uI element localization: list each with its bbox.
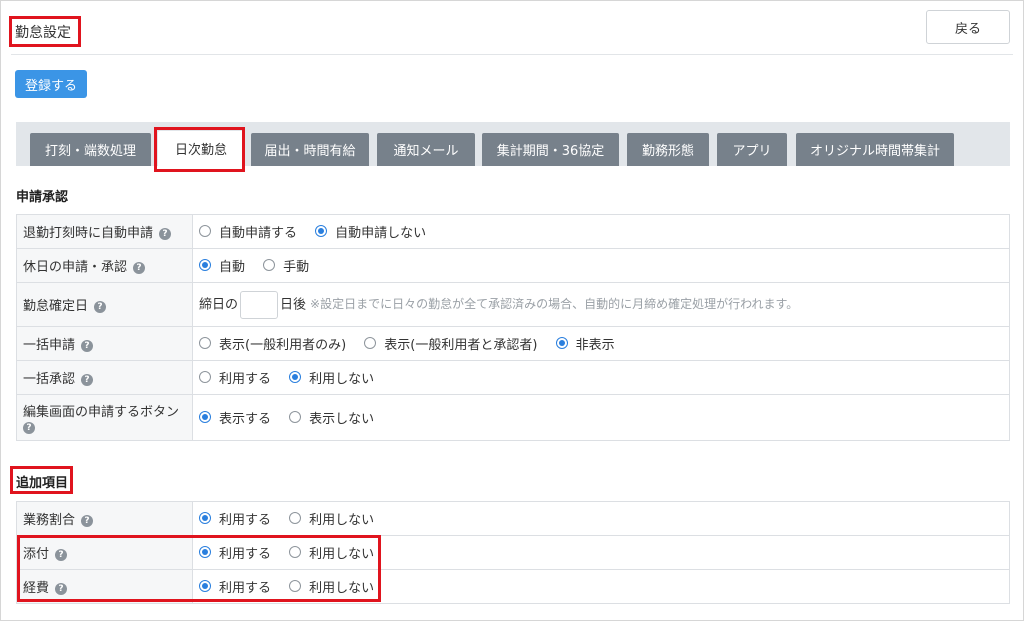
setting-row-expense: 経費? 利用する 利用しない: [16, 569, 1010, 604]
tab-bar: 打刻・端数処理 日次勤怠 届出・時間有給 通知メール 集計期間・36協定 勤務形…: [16, 122, 1010, 166]
help-icon[interactable]: ?: [81, 515, 94, 527]
radio-option[interactable]: 利用しない: [289, 577, 374, 596]
radio-icon: [199, 337, 211, 350]
radio-option[interactable]: 利用する: [199, 543, 271, 562]
radio-option[interactable]: 表示する: [199, 408, 271, 427]
setting-label: 勤怠確定日?: [16, 282, 193, 327]
radio-icon: [289, 512, 302, 525]
setting-label: 退勤打刻時に自動申請?: [16, 214, 193, 249]
radio-option[interactable]: 自動申請しない: [315, 222, 426, 241]
setting-row-bulk-apply: 一括申請? 表示(一般利用者のみ) 表示(一般利用者と承認者) 非表示: [16, 326, 1010, 361]
setting-row-bulk-approve: 一括承認? 利用する 利用しない: [16, 360, 1010, 395]
radio-checked-icon: [199, 512, 211, 525]
radio-checked-icon: [199, 411, 211, 424]
help-icon[interactable]: ?: [94, 301, 107, 313]
setting-label: 一括申請?: [16, 326, 193, 361]
confirm-day-input[interactable]: [240, 290, 279, 319]
radio-icon: [199, 371, 211, 384]
radio-option[interactable]: 表示(一般利用者のみ): [199, 334, 346, 353]
title-divider: [11, 54, 1013, 55]
confirm-day-note: ※設定日までに日々の勤怠が全て承認済みの場合、自動的に月締め確定処理が行われます…: [310, 297, 799, 311]
radio-option[interactable]: 利用しない: [289, 509, 374, 528]
tab-work-style[interactable]: 勤務形態: [627, 133, 709, 166]
page-title: 勤怠設定: [15, 25, 71, 41]
radio-option[interactable]: 利用する: [199, 577, 271, 596]
radio-icon: [364, 337, 377, 350]
radio-option[interactable]: 利用しない: [289, 543, 374, 562]
radio-icon: [289, 580, 302, 593]
tab-notification-paid-leave[interactable]: 届出・時間有給: [251, 133, 369, 166]
radio-option[interactable]: 利用する: [199, 368, 271, 387]
radio-checked-icon: [199, 259, 211, 272]
tab-original-time-aggregation[interactable]: オリジナル時間帯集計: [796, 133, 954, 166]
setting-label: 編集画面の申請するボタン?: [16, 394, 193, 441]
radio-checked-icon: [199, 580, 211, 593]
radio-option[interactable]: 利用する: [199, 509, 271, 528]
tab-app[interactable]: アプリ: [717, 133, 787, 166]
tab-daily-attendance[interactable]: 日次勤怠: [158, 131, 244, 166]
setting-row-holiday-approval: 休日の申請・承認? 自動 手動: [16, 248, 1010, 283]
help-icon[interactable]: ?: [23, 421, 35, 434]
tab-aggregation-36[interactable]: 集計期間・36協定: [482, 133, 619, 166]
setting-row-confirm-day: 勤怠確定日? 締日の 日後 ※設定日までに日々の勤怠が全て承認済みの場合、自動的に月…: [16, 282, 1010, 327]
setting-row-auto-apply: 退勤打刻時に自動申請? 自動申請する 自動申請しない: [16, 214, 1010, 249]
help-icon[interactable]: ?: [55, 549, 68, 561]
radio-option[interactable]: 表示(一般利用者と承認者): [364, 334, 537, 353]
help-icon[interactable]: ?: [159, 228, 172, 240]
radio-option[interactable]: 自動: [199, 256, 245, 275]
radio-icon: [263, 259, 276, 272]
help-icon[interactable]: ?: [81, 340, 94, 352]
radio-option[interactable]: 自動申請する: [199, 222, 297, 241]
settings-window: 勤怠設定 戻る 登録する 打刻・端数処理 日次勤怠 届出・時間有給 通知メール …: [0, 0, 1024, 621]
setting-label: 一括承認?: [16, 360, 193, 395]
radio-checked-icon: [555, 337, 568, 350]
radio-option[interactable]: 非表示: [555, 334, 615, 353]
radio-checked-icon: [199, 546, 211, 559]
tab-notification-mail[interactable]: 通知メール: [377, 133, 475, 166]
help-icon[interactable]: ?: [133, 262, 146, 274]
radio-option[interactable]: 利用しない: [289, 368, 374, 387]
radio-option[interactable]: 手動: [263, 256, 309, 275]
help-icon[interactable]: ?: [55, 583, 68, 595]
radio-option[interactable]: 表示しない: [289, 408, 374, 427]
setting-row-work-ratio: 業務割合? 利用する 利用しない: [16, 501, 1010, 536]
setting-row-attachment: 添付? 利用する 利用しない: [16, 535, 1010, 570]
radio-checked-icon: [315, 225, 328, 238]
radio-icon: [199, 225, 211, 238]
back-button[interactable]: 戻る: [926, 10, 1010, 44]
section-title-approval: 申請承認: [16, 190, 69, 205]
setting-label: 休日の申請・承認?: [16, 248, 193, 283]
register-button[interactable]: 登録する: [15, 70, 87, 98]
setting-label: 添付?: [16, 535, 193, 570]
approval-settings-table: 退勤打刻時に自動申請? 自動申請する 自動申請しない 休日の申請・承認? 自動 …: [16, 214, 1010, 441]
help-icon[interactable]: ?: [81, 374, 94, 386]
section-title-additional: 追加項目: [16, 476, 69, 491]
tab-punch-rounding[interactable]: 打刻・端数処理: [30, 133, 151, 166]
setting-label: 業務割合?: [16, 501, 193, 536]
additional-settings-table: 業務割合? 利用する 利用しない 添付? 利用する 利用しない 経費? 利用する…: [16, 501, 1010, 604]
radio-icon: [289, 411, 302, 424]
radio-icon: [289, 546, 302, 559]
setting-label: 経費?: [16, 569, 193, 604]
setting-row-edit-apply-button: 編集画面の申請するボタン? 表示する 表示しない: [16, 394, 1010, 441]
radio-checked-icon: [289, 371, 302, 384]
